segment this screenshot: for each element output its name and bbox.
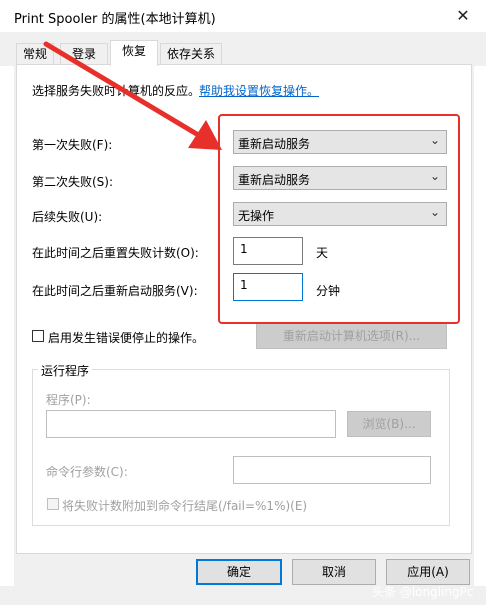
append-fail-label: 将失败计数附加到命令行结尾(/fail=%1%)(E) bbox=[62, 499, 308, 513]
reset-fail-count-label: 在此时间之后重置失败计数(O): bbox=[32, 246, 199, 260]
restart-service-label: 在此时间之后重新启动服务(V): bbox=[32, 284, 198, 298]
browse-button[interactable]: 浏览(B)... bbox=[347, 411, 431, 437]
properties-dialog: Print Spooler 的属性(本地计算机) ✕ 常规 登录 恢复 依存关系… bbox=[0, 0, 486, 605]
annotation-highlight-box bbox=[218, 114, 460, 324]
background-window-left bbox=[0, 66, 14, 586]
subsequent-failure-label: 后续失败(U): bbox=[32, 210, 103, 224]
cmdline-input[interactable] bbox=[233, 456, 431, 484]
close-icon[interactable]: ✕ bbox=[446, 2, 480, 30]
tab-recovery[interactable]: 恢复 bbox=[110, 40, 158, 66]
run-program-title: 运行程序 bbox=[38, 362, 93, 379]
enable-actions-checkbox[interactable] bbox=[32, 330, 44, 342]
enable-actions-label: 启用发生错误便停止的操作。 bbox=[48, 331, 205, 345]
background-window-right bbox=[474, 66, 486, 586]
append-fail-checkbox[interactable] bbox=[47, 498, 59, 510]
program-label: 程序(P): bbox=[46, 393, 91, 407]
window-title: Print Spooler 的属性(本地计算机) bbox=[14, 12, 216, 27]
apply-button[interactable]: 应用(A) bbox=[386, 559, 470, 585]
second-failure-label: 第二次失败(S): bbox=[32, 175, 114, 189]
program-input[interactable] bbox=[46, 410, 336, 438]
cancel-button[interactable]: 取消 bbox=[292, 559, 376, 585]
ok-button[interactable]: 确定 bbox=[196, 559, 282, 585]
title-bar: Print Spooler 的属性(本地计算机) ✕ bbox=[0, 0, 486, 32]
cmdline-label: 命令行参数(C): bbox=[46, 465, 128, 479]
watermark: 头条 @longlingPc bbox=[372, 585, 474, 599]
restart-computer-options-button[interactable]: 重新启动计算机选项(R)... bbox=[256, 323, 447, 349]
